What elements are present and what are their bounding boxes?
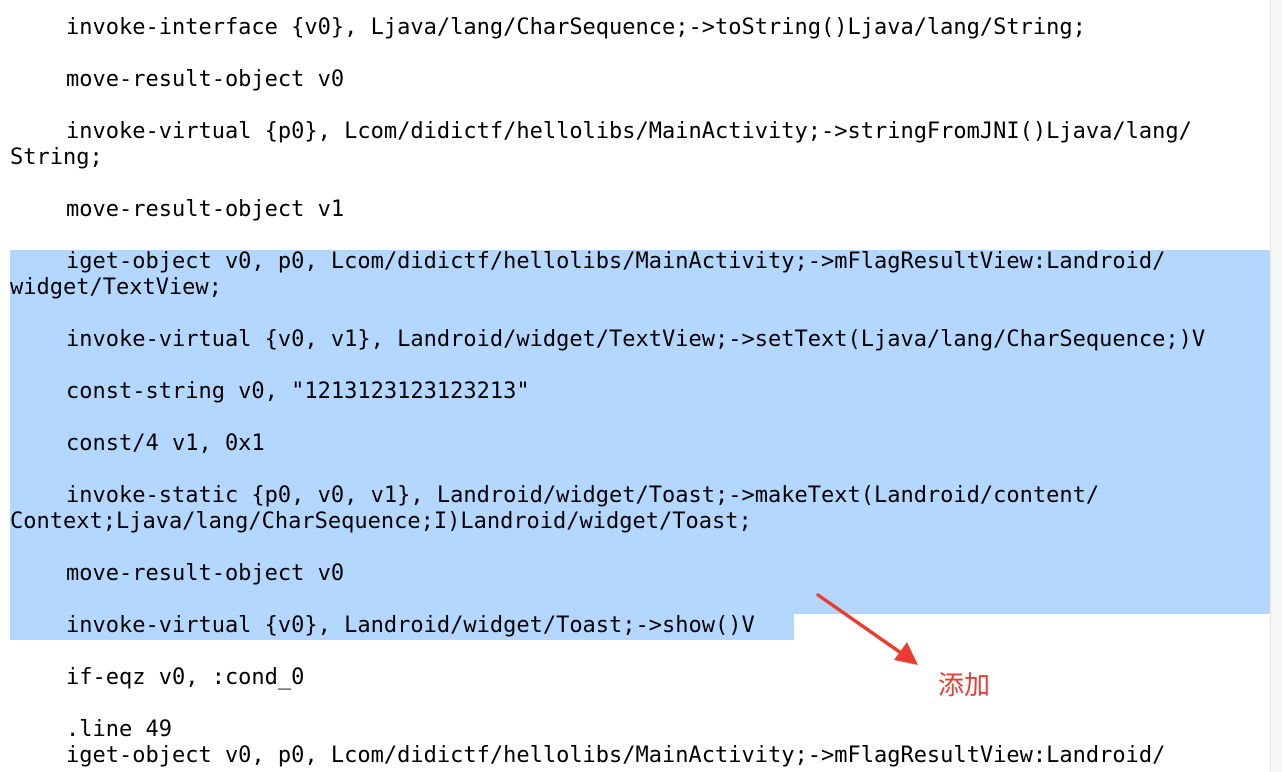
code-line[interactable]: invoke-interface {v0}, Ljava/lang/CharSe… — [10, 15, 1086, 41]
code-line-selected[interactable]: const/4 v1, 0x1 — [10, 431, 265, 457]
code-line-selected[interactable]: invoke-virtual {v0, v1}, Landroid/widget… — [10, 327, 1205, 353]
code-line-selected-wrap[interactable]: Context;Ljava/lang/CharSequence;I)Landro… — [10, 509, 752, 535]
code-line[interactable]: invoke-virtual {p0}, Lcom/didictf/hellol… — [10, 119, 1192, 145]
code-line[interactable]: iget-object v0, p0, Lcom/didictf/helloli… — [10, 743, 1165, 769]
code-line[interactable]: move-result-object v1 — [10, 197, 344, 223]
annotation-arrow-head — [894, 642, 918, 665]
code-line[interactable]: if-eqz v0, :cond_0 — [10, 665, 304, 691]
code-editor[interactable]: invoke-interface {v0}, Ljava/lang/CharSe… — [0, 0, 1282, 772]
code-line-selected[interactable]: iget-object v0, p0, Lcom/didictf/helloli… — [10, 249, 1165, 275]
code-line[interactable]: move-result-object v0 — [10, 67, 344, 93]
annotation-label: 添加 — [938, 671, 991, 701]
code-line[interactable]: .line 49 — [10, 717, 172, 743]
code-line-selected[interactable]: invoke-virtual {v0}, Landroid/widget/Toa… — [10, 613, 755, 639]
code-line-selected[interactable]: move-result-object v0 — [10, 561, 344, 587]
code-line-selected-wrap[interactable]: widget/TextView; — [10, 275, 222, 301]
code-line-wrap[interactable]: String; — [10, 145, 103, 171]
code-line-selected[interactable]: const-string v0, "1213123123123213" — [10, 379, 530, 405]
vertical-scrollbar[interactable] — [1270, 0, 1282, 772]
code-line-selected[interactable]: invoke-static {p0, v0, v1}, Landroid/wid… — [10, 483, 1099, 509]
